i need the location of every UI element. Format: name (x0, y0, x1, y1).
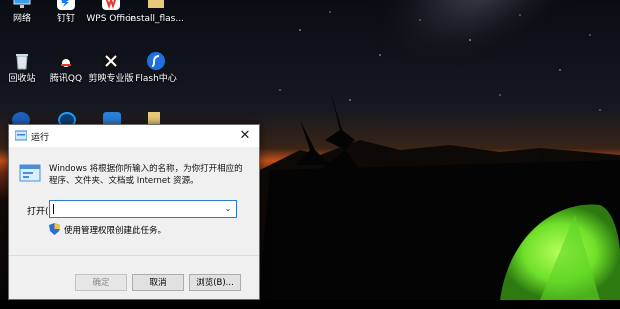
qq-penguin-icon (55, 50, 77, 72)
dialog-description: Windows 将根据你所输入的名称，为你打开相应的程序、文件夹、文档或 Int… (49, 164, 243, 186)
admin-note: 使用管理权限创建此任务。 (64, 226, 167, 236)
desktop-icon-label: Flash中心 (135, 74, 177, 84)
title-bar[interactable]: 运行 ✕ (9, 125, 259, 147)
desktop-icon-label: 回收站 (8, 74, 36, 84)
desktop-icon-label: 剪映专业版 (88, 74, 134, 84)
desktop-icon-label: 腾讯QQ (49, 74, 83, 84)
close-button[interactable]: ✕ (231, 125, 259, 147)
browse-button[interactable]: 浏览(B)... (189, 274, 241, 291)
desktop-icon-install-flash[interactable]: install_flas... (128, 0, 184, 25)
run-program-icon (19, 164, 41, 182)
run-dialog: 运行 ✕ Windows 将根据你所输入的名称，为你打开相应的程序、文件夹、文档… (8, 124, 260, 300)
chevron-down-icon[interactable]: ⌄ (222, 202, 234, 216)
installer-icon (145, 0, 167, 12)
ok-button[interactable]: 确定 (75, 274, 127, 291)
button-bar: 确定 取消 浏览(B)... (9, 255, 259, 299)
open-combobox[interactable]: ⌄ (49, 200, 237, 218)
cancel-button[interactable]: 取消 (132, 274, 184, 291)
uac-shield-icon (49, 223, 60, 235)
recycle-bin-icon (11, 50, 33, 72)
jianying-icon (100, 50, 122, 72)
desktop: 网络 钉钉 WPS Office install_flas... 回收站 腾讯Q… (0, 0, 620, 309)
desktop-icon-label: install_flas... (128, 14, 184, 24)
flash-icon (145, 50, 167, 72)
desktop-icon-flash-center[interactable]: Flash中心 (128, 50, 184, 85)
text-caret (53, 204, 54, 214)
dingtalk-icon (55, 0, 77, 12)
open-input[interactable] (50, 201, 221, 217)
dialog-title: 运行 (31, 133, 50, 143)
wps-icon (100, 0, 122, 12)
run-icon (15, 130, 27, 141)
desktop-icon-label: 网络 (12, 14, 31, 24)
desktop-icon-label: 钉钉 (56, 14, 75, 24)
network-icon (11, 0, 33, 12)
